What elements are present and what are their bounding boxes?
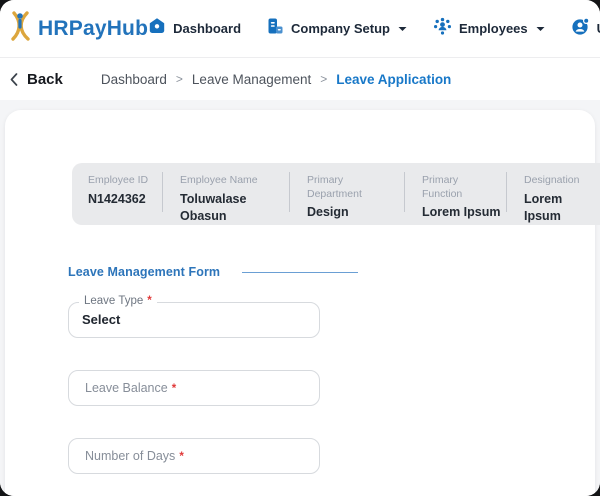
breadcrumb-item-leave-management[interactable]: Leave Management [192, 72, 311, 87]
primary-department-label: Primary Department [307, 174, 362, 200]
required-asterisk: * [171, 383, 177, 395]
back-label: Back [27, 70, 63, 88]
primary-function-label: Primary Function [422, 174, 463, 200]
leave-management-form: Leave Management Form Leave Type * Select… [68, 265, 595, 474]
number-of-days-input[interactable]: Number of Days * [68, 438, 320, 474]
nav-item-dashboard[interactable]: Dashboard [148, 17, 241, 40]
breadcrumb-separator: > [320, 72, 328, 86]
back-button[interactable]: Back [10, 71, 63, 88]
page-background: Employee ID N1424362 Employee Name Toluw… [0, 100, 600, 496]
main-nav: Dashboard Company Setup Employees [148, 17, 600, 41]
content-card: Employee ID N1424362 Employee Name Toluw… [5, 110, 600, 496]
breadcrumb-item-leave-application: Leave Application [336, 71, 452, 87]
nav-label: Users [597, 21, 600, 36]
designation-value: Lorem Ipsum [524, 191, 563, 224]
number-of-days-placeholder: Number of Days * [85, 449, 184, 463]
user-circle-icon [571, 17, 590, 41]
employee-summary-bar: Employee ID N1424362 Employee Name Toluw… [72, 163, 600, 225]
primary-department-value: Design [307, 205, 349, 220]
nav-item-employees[interactable]: Employees [433, 17, 545, 40]
form-title-row: Leave Management Form [68, 265, 595, 279]
leave-type-label: Leave Type * [79, 295, 157, 307]
leave-balance-placeholder: Leave Balance * [85, 381, 177, 395]
primary-function-column: Primary Function Lorem Ipsum [405, 163, 506, 225]
people-icon [433, 17, 452, 40]
required-asterisk: * [147, 295, 152, 307]
nav-label: Dashboard [173, 21, 242, 36]
primary-department-column: Primary Department Design [290, 163, 404, 225]
nav-label: Company Setup [291, 21, 390, 36]
building-icon [267, 17, 284, 40]
nav-item-users[interactable]: Users [571, 17, 600, 41]
brand-logo[interactable]: HRPayHub [6, 10, 148, 47]
breadcrumb-separator: > [175, 72, 183, 86]
chevron-down-icon [398, 26, 407, 31]
hrpayhub-logo-icon [6, 10, 33, 47]
designation-label: Designation [524, 174, 580, 186]
form-title: Leave Management Form [68, 265, 221, 279]
breadcrumb-item-dashboard[interactable]: Dashboard [101, 72, 167, 87]
app-window: HRPayHub Dashboard Company Setup Employe… [0, 0, 600, 496]
employee-id-value: N1424362 [88, 191, 146, 206]
employee-name-label: Employee Name [180, 174, 258, 186]
employee-id-column: Employee ID N1424362 [72, 163, 162, 225]
primary-function-value: Lorem Ipsum [422, 205, 501, 220]
home-icon [148, 17, 166, 40]
chevron-down-icon [536, 26, 545, 31]
breadcrumb: Dashboard > Leave Management > Leave App… [101, 72, 451, 87]
brand-name: HRPayHub [38, 16, 149, 40]
breadcrumb-row: Back Dashboard > Leave Management > Leav… [0, 58, 600, 100]
chevron-left-icon [10, 72, 18, 86]
title-rule [242, 271, 359, 273]
top-navigation-bar: HRPayHub Dashboard Company Setup Employe… [0, 0, 600, 58]
leave-balance-input[interactable]: Leave Balance * [68, 370, 320, 406]
employee-name-column: Employee Name Toluwalase Obasun [163, 163, 289, 225]
required-asterisk: * [179, 451, 184, 463]
employee-id-label: Employee ID [88, 174, 149, 186]
nav-label: Employees [459, 21, 528, 36]
designation-column: Designation Lorem Ipsum [507, 163, 600, 225]
employee-name-value: Toluwalase Obasun [180, 191, 247, 224]
nav-item-company-setup[interactable]: Company Setup [267, 17, 407, 40]
leave-type-select[interactable]: Leave Type * Select [68, 295, 320, 338]
